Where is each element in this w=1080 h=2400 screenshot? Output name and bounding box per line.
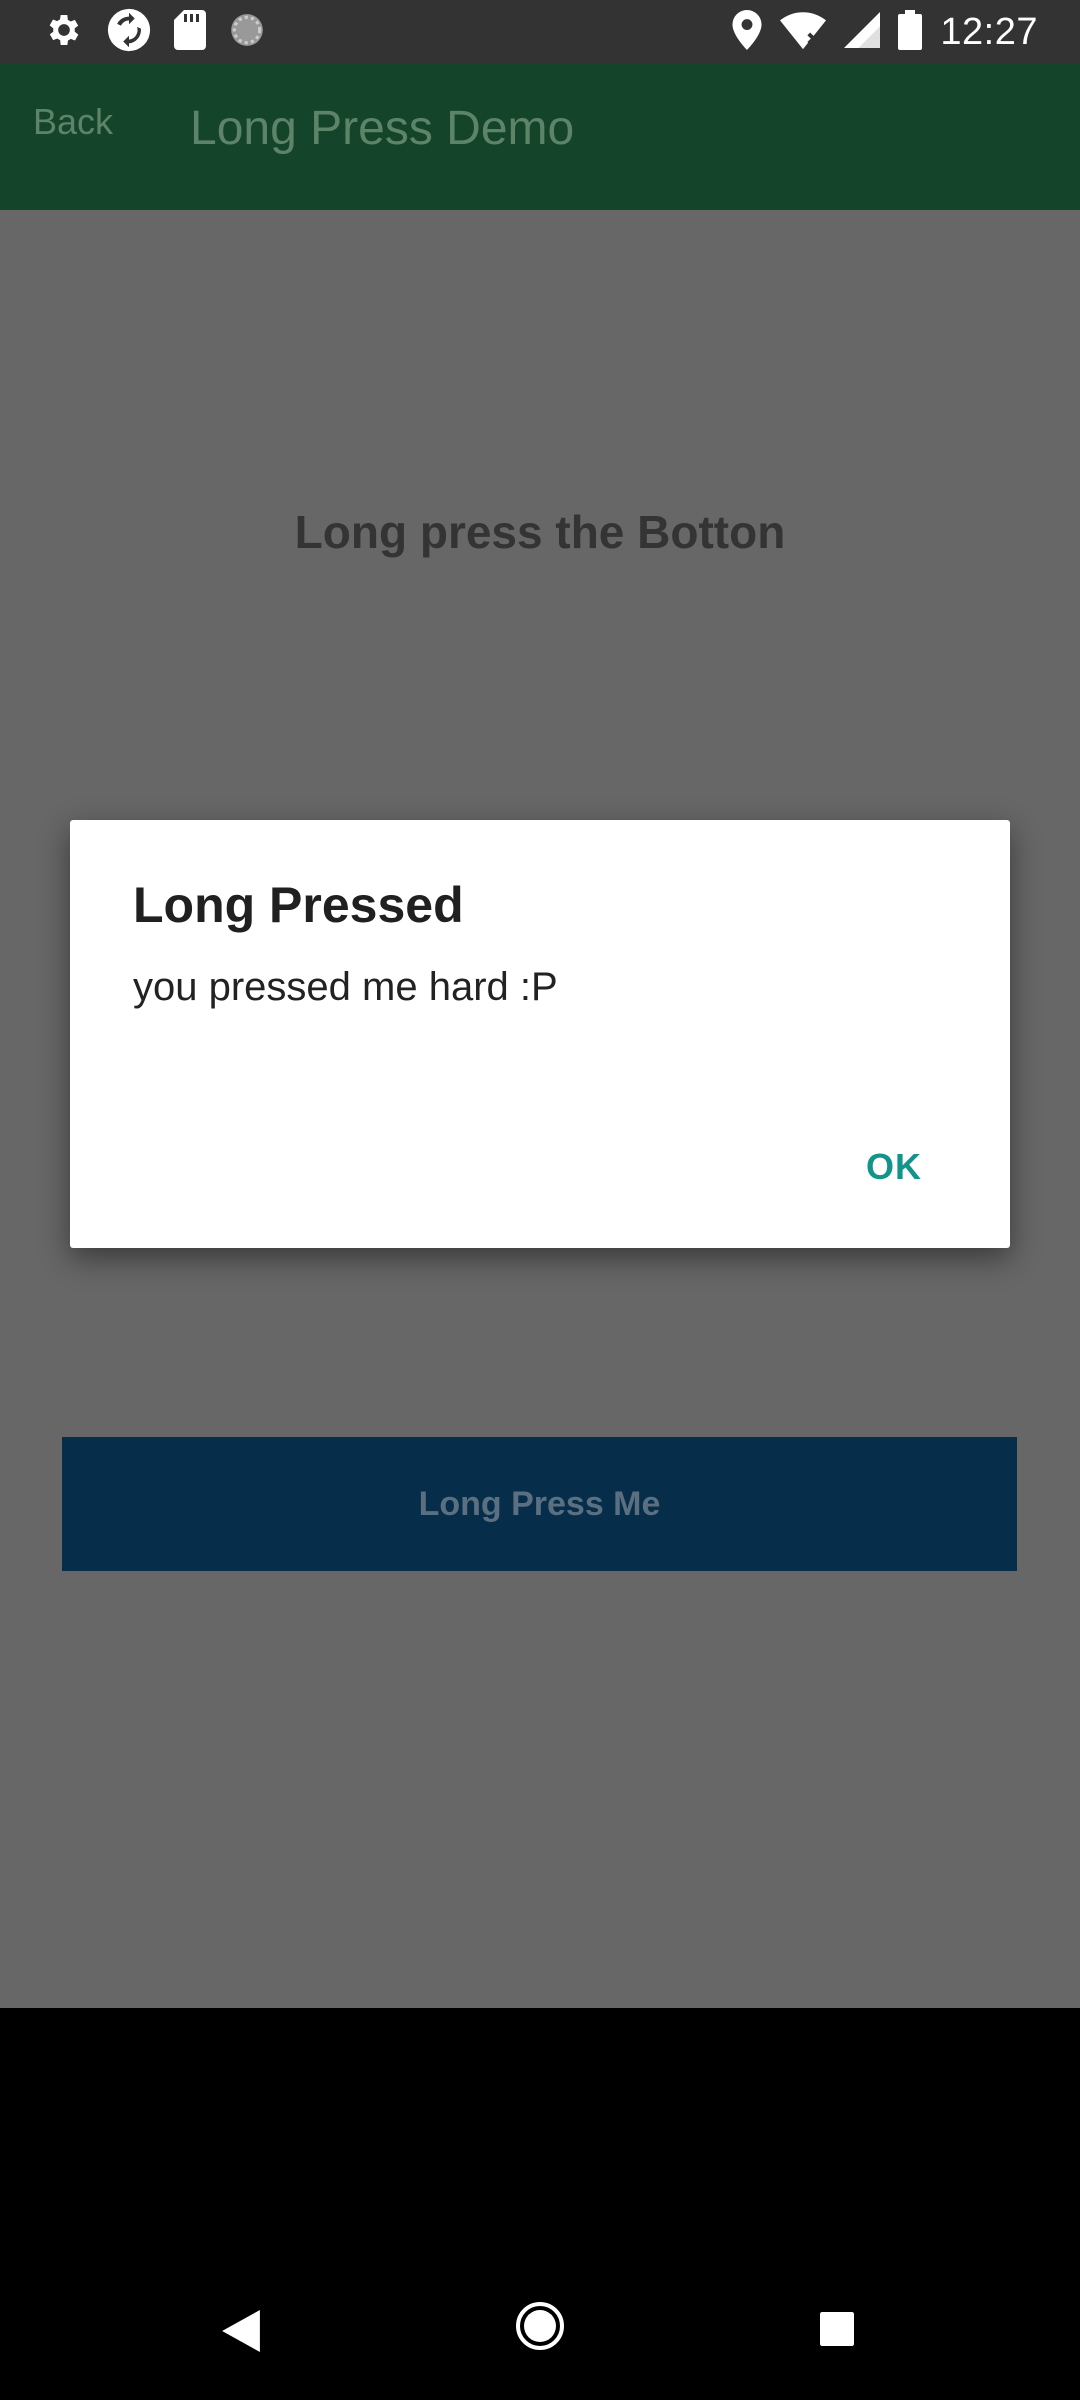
settings-icon (44, 10, 84, 55)
app-bar: Back Long Press Demo (0, 63, 1080, 210)
sd-card-icon (174, 9, 206, 55)
ok-button[interactable]: OK (866, 1146, 922, 1188)
home-icon[interactable] (516, 2302, 564, 2355)
alert-dialog: Long Pressed you pressed me hard :P OK (70, 820, 1010, 1248)
dialog-title: Long Pressed (133, 877, 464, 933)
sync-icon (106, 7, 152, 58)
dialog-message: you pressed me hard :P (133, 965, 558, 1009)
status-bar-right: 12:27 (732, 8, 1038, 56)
status-bar-left (44, 8, 266, 55)
back-icon[interactable] (222, 2310, 260, 2357)
status-bar: 12:27 (0, 0, 1080, 63)
long-press-button[interactable]: Long Press Me (62, 1437, 1017, 1571)
loading-icon (228, 11, 266, 54)
long-press-button-label: Long Press Me (418, 1484, 661, 1523)
location-icon (732, 9, 762, 55)
clock: 12:27 (940, 10, 1038, 53)
wifi-icon (780, 10, 827, 55)
instruction-heading: Long press the Botton (294, 506, 786, 558)
back-button[interactable]: Back (33, 101, 113, 143)
battery-icon (898, 9, 923, 55)
recents-icon[interactable] (820, 2312, 854, 2351)
navigation-bar (0, 2008, 1080, 2400)
signal-icon (844, 11, 881, 54)
page-title: Long Press Demo (190, 102, 575, 155)
